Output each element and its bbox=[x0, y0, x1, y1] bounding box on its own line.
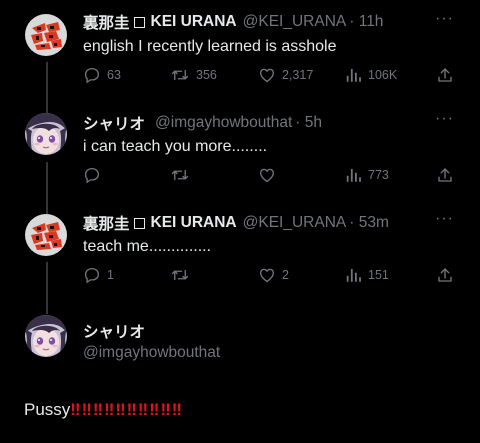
author-name[interactable]: シャリオ bbox=[83, 112, 145, 134]
reply-icon bbox=[84, 267, 100, 284]
tweet-actions: 63 356 2,317 106K bbox=[83, 66, 458, 86]
reply-icon bbox=[84, 67, 100, 84]
double-exclamation-emoji-icons: ‼‼‼‼‼‼‼‼‼‼ bbox=[70, 400, 183, 419]
tweet-actions: 773 bbox=[83, 166, 458, 186]
tweet-text: teach me.............. bbox=[83, 238, 212, 255]
like-icon bbox=[259, 168, 275, 183]
view-count: 151 bbox=[368, 268, 389, 282]
more-icon[interactable]: ··· bbox=[435, 110, 454, 128]
like-button[interactable]: 2,317 bbox=[258, 66, 313, 84]
tweet-time[interactable]: · 11h bbox=[349, 13, 383, 31]
retweet-button[interactable] bbox=[170, 266, 196, 284]
retweet-icon bbox=[171, 269, 189, 281]
avatar-sharioo[interactable] bbox=[25, 315, 67, 357]
kei-logo-icon bbox=[25, 14, 67, 56]
avatar-sharioo[interactable] bbox=[25, 113, 67, 155]
reply-count: 1 bbox=[107, 268, 114, 282]
reply-button[interactable]: 1 bbox=[83, 266, 114, 284]
composer-name: シャリオ bbox=[83, 321, 454, 341]
author-handle[interactable]: @imgayhowbouthat bbox=[83, 344, 220, 362]
square-emoji-icon bbox=[133, 16, 145, 28]
share-button[interactable] bbox=[436, 266, 454, 284]
share-button[interactable] bbox=[436, 66, 454, 84]
share-button[interactable] bbox=[436, 166, 454, 184]
view-count: 773 bbox=[368, 168, 389, 182]
avatar-kei-urana[interactable] bbox=[25, 14, 67, 56]
tweet-actions: 1 2 151 bbox=[83, 266, 458, 286]
thread-line bbox=[46, 262, 48, 314]
composer-handle-row: @imgayhowbouthat bbox=[83, 343, 454, 363]
anime-avatar-icon bbox=[25, 315, 67, 357]
retweet-icon bbox=[171, 169, 189, 181]
retweet-count: 356 bbox=[196, 68, 217, 82]
tweet-header: 裏那圭 KEI URANA @KEI_URANA · 53m bbox=[83, 213, 454, 233]
share-icon bbox=[438, 168, 452, 182]
author-display-name[interactable]: KEI URANA bbox=[151, 13, 237, 31]
thread-line bbox=[46, 162, 48, 214]
retweet-icon bbox=[171, 69, 189, 81]
author-handle[interactable]: @KEI_URANA bbox=[243, 214, 347, 232]
tweet-text: i can teach you more........ bbox=[83, 138, 268, 155]
square-emoji-icon bbox=[133, 217, 145, 229]
tweet-header: 裏那圭 KEI URANA @KEI_URANA · 11h bbox=[83, 12, 454, 32]
views-button[interactable]: 106K bbox=[345, 66, 397, 84]
reply-text[interactable]: Pussy‼‼‼‼‼‼‼‼‼‼ bbox=[24, 400, 183, 420]
views-icon bbox=[346, 269, 361, 282]
author-name[interactable]: シャリオ bbox=[83, 320, 145, 342]
tweet-time[interactable]: · 53m bbox=[349, 214, 389, 232]
retweet-button[interactable] bbox=[170, 166, 196, 184]
reply-button[interactable] bbox=[83, 166, 107, 184]
reply-button[interactable]: 63 bbox=[83, 66, 121, 84]
views-button[interactable]: 773 bbox=[345, 166, 389, 184]
tweet-text: english I recently learned is asshole bbox=[83, 38, 337, 55]
tweet-header: シャリオ @imgayhowbouthat · 5h bbox=[83, 113, 454, 133]
like-icon bbox=[259, 68, 275, 83]
share-icon bbox=[438, 268, 452, 282]
view-count: 106K bbox=[368, 68, 398, 82]
more-icon[interactable]: ··· bbox=[435, 10, 454, 28]
tweet-time[interactable]: · 5h bbox=[295, 114, 322, 132]
like-count: 2 bbox=[282, 268, 289, 282]
author-handle[interactable]: @KEI_URANA bbox=[243, 13, 347, 31]
share-icon bbox=[438, 68, 452, 82]
author-name[interactable]: 裏那圭 bbox=[83, 212, 130, 234]
thread-line bbox=[46, 62, 48, 114]
retweet-button[interactable]: 356 bbox=[170, 66, 217, 84]
views-icon bbox=[346, 69, 361, 82]
like-button[interactable]: 2 bbox=[258, 266, 289, 284]
kei-logo-icon bbox=[25, 214, 67, 256]
views-button[interactable]: 151 bbox=[345, 266, 389, 284]
author-name[interactable]: 裏那圭 bbox=[83, 11, 130, 33]
anime-avatar-icon bbox=[25, 113, 67, 155]
avatar-kei-urana[interactable] bbox=[25, 214, 67, 256]
author-display-name[interactable]: KEI URANA bbox=[151, 214, 237, 232]
like-button[interactable] bbox=[258, 166, 282, 184]
more-icon[interactable]: ··· bbox=[435, 210, 454, 228]
reply-count: 63 bbox=[107, 68, 121, 82]
like-count: 2,317 bbox=[282, 68, 314, 82]
like-icon bbox=[259, 268, 275, 283]
reply-icon bbox=[84, 167, 100, 184]
views-icon bbox=[346, 169, 361, 182]
author-handle[interactable]: @imgayhowbouthat bbox=[155, 114, 292, 132]
reply-text-word: Pussy bbox=[24, 400, 71, 419]
